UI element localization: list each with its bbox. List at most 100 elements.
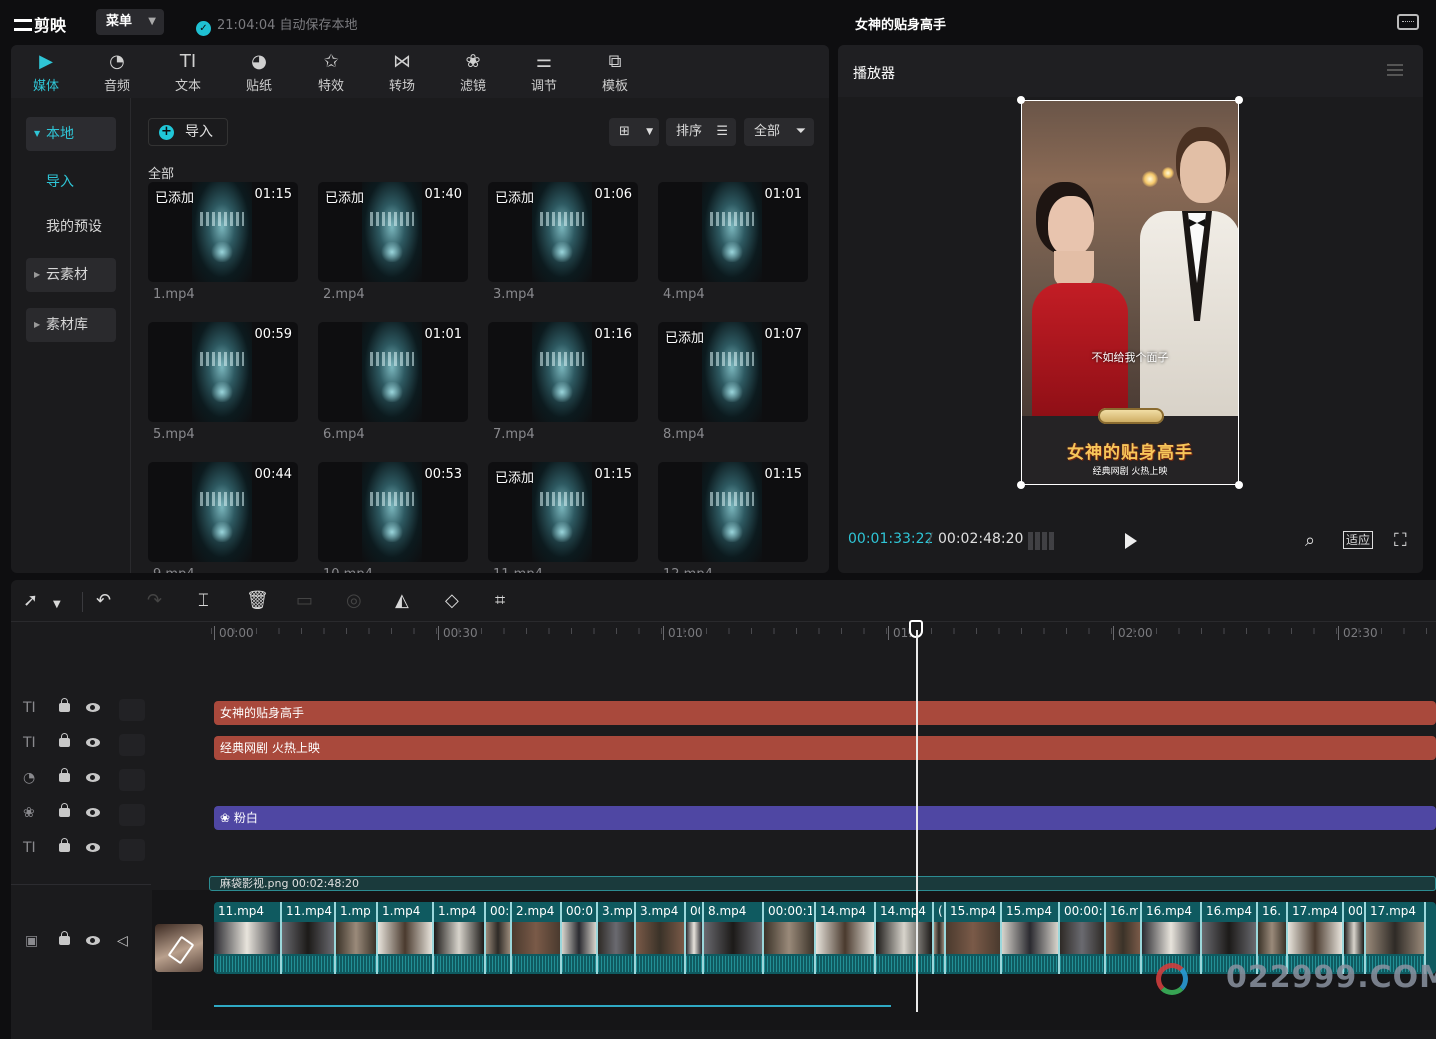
delete-icon[interactable]: 🗑 bbox=[246, 590, 269, 612]
playhead[interactable] bbox=[916, 630, 918, 1012]
sort-button[interactable]: 排序 ☰ bbox=[666, 118, 736, 146]
tab-sticker[interactable]: ◕ 贴纸 bbox=[224, 45, 294, 98]
media-card[interactable]: 00:59 bbox=[148, 322, 298, 422]
tab-adjust[interactable]: ⚌ 调节 bbox=[509, 45, 579, 98]
media-card[interactable]: 01:15 bbox=[658, 462, 808, 562]
media-card[interactable]: 01:16 bbox=[488, 322, 638, 422]
time-ruler[interactable] bbox=[211, 622, 1436, 646]
filter-clip[interactable]: ❀ 粉白 bbox=[214, 806, 1436, 830]
menu-icon[interactable] bbox=[1387, 64, 1403, 76]
video-clip[interactable]: 2.mp4 bbox=[512, 902, 562, 974]
eye-icon[interactable] bbox=[86, 936, 100, 945]
tab-effects[interactable]: ✩ 特效 bbox=[296, 45, 366, 98]
resize-handle[interactable] bbox=[1017, 481, 1025, 489]
video-clip[interactable]: 1.mp4 bbox=[378, 902, 434, 974]
view-mode-button[interactable]: ⊞ ▼ bbox=[609, 118, 659, 146]
filter-button[interactable]: 全部 ⏷ bbox=[744, 118, 814, 146]
timecode-format-icon[interactable] bbox=[1028, 532, 1054, 550]
lock-icon[interactable] bbox=[59, 803, 70, 817]
keyboard-shortcuts-icon[interactable] bbox=[1397, 14, 1419, 30]
sidebar-item-cloud[interactable]: ▶ 云素材 bbox=[26, 258, 116, 292]
video-clip[interactable]: 15.mp4 bbox=[946, 902, 1002, 974]
video-clip[interactable]: 15.mp4 bbox=[1002, 902, 1060, 974]
tab-template[interactable]: ⧉ 模板 bbox=[580, 45, 650, 98]
video-clip[interactable]: 8.mp4 bbox=[704, 902, 764, 974]
redo-icon[interactable]: ↷ bbox=[147, 590, 162, 612]
fullscreen-icon[interactable]: ⛶ bbox=[1394, 530, 1407, 551]
eye-icon[interactable] bbox=[86, 843, 100, 852]
media-card[interactable]: 00:53 bbox=[318, 462, 468, 562]
tab-filter[interactable]: ❀ 滤镜 bbox=[438, 45, 508, 98]
video-clip[interactable]: 14.mp4 bbox=[876, 902, 934, 974]
sidebar-item-presets[interactable]: 我的预设 bbox=[26, 210, 116, 244]
lock-icon[interactable] bbox=[59, 838, 70, 852]
video-clip[interactable]: 16.m bbox=[1106, 902, 1142, 974]
media-card[interactable]: 已添加 01:15 bbox=[488, 462, 638, 562]
clip-frames bbox=[704, 922, 762, 954]
video-clip[interactable]: 3.mp4 bbox=[636, 902, 686, 974]
text-clip-subtitle[interactable]: 经典网剧 火热上映 bbox=[214, 736, 1436, 760]
menu-button[interactable]: 菜单 ▼ bbox=[96, 9, 164, 35]
video-clip[interactable]: 1.mp bbox=[336, 902, 378, 974]
rotate-icon[interactable]: ◇ bbox=[445, 590, 459, 612]
video-clip[interactable]: 3.mp bbox=[598, 902, 636, 974]
video-clip[interactable]: 14.mp4 bbox=[816, 902, 876, 974]
import-button[interactable]: + 导入 bbox=[148, 118, 228, 146]
audio-waveform bbox=[946, 956, 1000, 972]
video-clip[interactable]: 00:00:14 bbox=[764, 902, 816, 974]
media-card[interactable]: 已添加 01:15 bbox=[148, 182, 298, 282]
tab-audio[interactable]: ◔ 音频 bbox=[82, 45, 152, 98]
crop-icon[interactable]: ⌗ bbox=[495, 590, 505, 612]
media-card[interactable]: 00:44 bbox=[148, 462, 298, 562]
eye-icon[interactable] bbox=[86, 703, 100, 712]
tab-transition[interactable]: ⋈ 转场 bbox=[367, 45, 437, 98]
video-clip[interactable]: 00:00: bbox=[1060, 902, 1106, 974]
cover-clip[interactable]: 麻袋影视.png 00:02:48:20 bbox=[209, 876, 1436, 891]
select-cursor-icon[interactable]: ➚ bbox=[23, 590, 38, 612]
video-clip[interactable]: 00:0( bbox=[562, 902, 598, 974]
resize-handle[interactable] bbox=[1235, 481, 1243, 489]
tab-text[interactable]: TI 文本 bbox=[153, 45, 223, 98]
eye-icon[interactable] bbox=[86, 738, 100, 747]
resize-handle[interactable] bbox=[1017, 96, 1025, 104]
sidebar-item-library[interactable]: ▶ 素材库 bbox=[26, 308, 116, 342]
video-clip[interactable]: 11.mp4 bbox=[282, 902, 336, 974]
reverse-icon[interactable]: ◎ bbox=[346, 590, 362, 612]
video-clip[interactable]: 1.mp4 bbox=[434, 902, 486, 974]
lock-icon[interactable] bbox=[59, 733, 70, 747]
watermark-logo-icon bbox=[1156, 963, 1188, 995]
audio-waveform bbox=[704, 956, 762, 972]
media-card[interactable]: 已添加 01:07 bbox=[658, 322, 808, 422]
lock-icon[interactable] bbox=[59, 698, 70, 712]
video-preview[interactable]: 不如给我个面子 女神的贴身高手 经典网剧 火热上映 bbox=[1021, 100, 1239, 485]
zoom-icon[interactable]: ⌕ bbox=[1305, 530, 1315, 551]
media-card[interactable]: 01:01 bbox=[318, 322, 468, 422]
fit-ratio-button[interactable]: 适应 bbox=[1343, 531, 1374, 549]
lock-icon[interactable] bbox=[59, 931, 70, 945]
video-clip[interactable]: ( bbox=[934, 902, 946, 974]
cover-thumbnail[interactable] bbox=[155, 924, 203, 972]
sidebar-item-local[interactable]: ▼ 本地 bbox=[26, 117, 116, 151]
media-card[interactable]: 已添加 01:06 bbox=[488, 182, 638, 282]
text-clip-title[interactable]: 女神的贴身高手 bbox=[214, 701, 1436, 725]
undo-icon[interactable]: ↶ bbox=[96, 590, 111, 612]
resize-handle[interactable] bbox=[1235, 96, 1243, 104]
clip-label: 16.m bbox=[1110, 904, 1138, 918]
lock-icon[interactable] bbox=[59, 768, 70, 782]
sidebar-item-import[interactable]: 导入 bbox=[26, 165, 116, 199]
video-clip[interactable]: 00 bbox=[686, 902, 704, 974]
eye-icon[interactable] bbox=[86, 808, 100, 817]
media-card[interactable]: 已添加 01:40 bbox=[318, 182, 468, 282]
eye-icon[interactable] bbox=[86, 773, 100, 782]
tab-media[interactable]: ▶ 媒体 bbox=[11, 45, 81, 98]
video-clip[interactable]: 11.mp4 bbox=[214, 902, 282, 974]
time-separator: / bbox=[928, 531, 933, 547]
play-button[interactable] bbox=[1125, 533, 1137, 549]
media-card[interactable]: 01:01 bbox=[658, 182, 808, 282]
split-icon[interactable]: ⌶ bbox=[198, 590, 209, 612]
audio-mute-icon[interactable]: ◁ bbox=[117, 933, 128, 949]
video-clip[interactable]: 00: bbox=[486, 902, 512, 974]
freeze-icon[interactable]: ▭ bbox=[296, 590, 313, 612]
chevron-down-icon[interactable]: ▼ bbox=[53, 594, 61, 616]
mirror-icon[interactable]: ◭ bbox=[395, 590, 409, 612]
